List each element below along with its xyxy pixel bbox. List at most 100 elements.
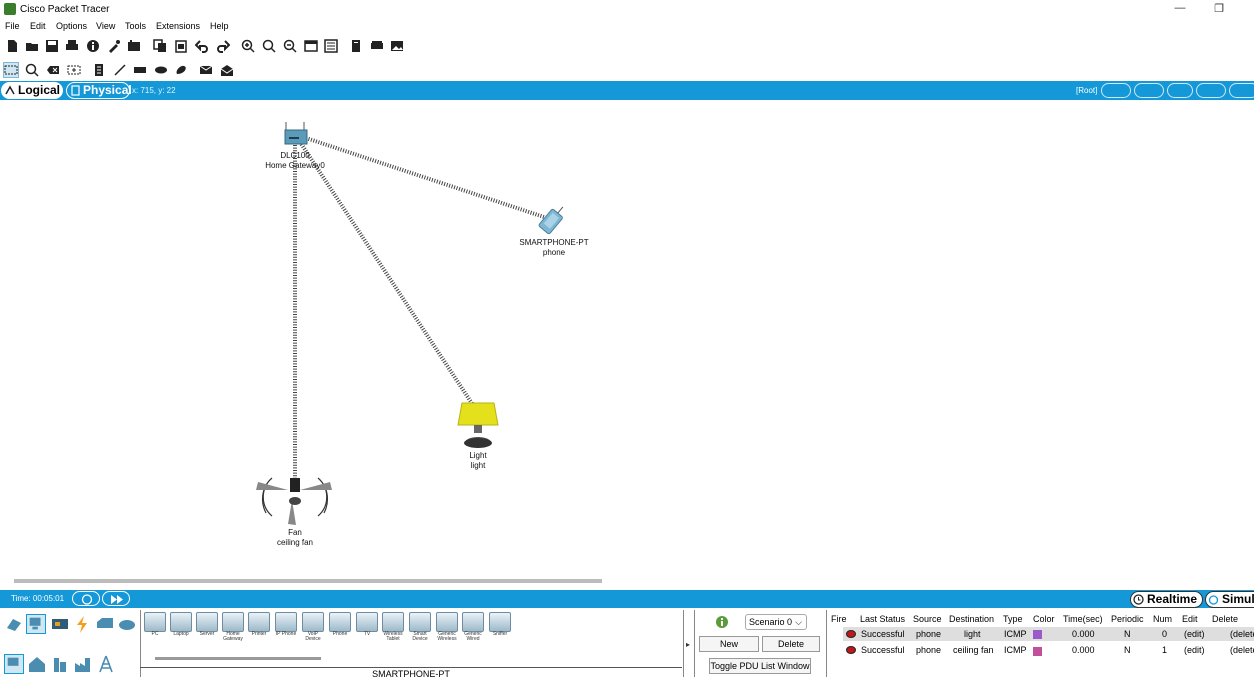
multiuser-icon[interactable]	[117, 614, 137, 634]
copy-icon[interactable]	[152, 38, 168, 54]
end-devices-icon[interactable]	[26, 614, 46, 634]
menu-file[interactable]: File	[5, 21, 20, 31]
viewport-icon[interactable]	[348, 38, 364, 54]
open-folder-icon[interactable]	[24, 38, 40, 54]
workspace-horizontal-scrollbar[interactable]	[14, 579, 602, 583]
viewport-toggle-icon[interactable]	[1229, 83, 1254, 98]
logical-workspace[interactable]: DLC100 Home Gateway0 SMARTPHONE-PT phone…	[0, 100, 1254, 575]
light-model: Light	[469, 451, 487, 460]
toggle-pdu-list-button[interactable]: Toggle PDU List Window	[709, 658, 811, 674]
device-tile-printer[interactable]: Printer	[247, 612, 271, 640]
draw-line-icon[interactable]	[112, 62, 128, 78]
custom-device-icon[interactable]	[323, 38, 339, 54]
row-edit-link[interactable]: (edit)	[1184, 645, 1205, 655]
scenario-info-icon[interactable]	[715, 615, 729, 631]
tab-physical[interactable]: Physical	[66, 82, 132, 99]
device-tile-tv[interactable]: TV	[355, 612, 379, 640]
device-tile-laptop[interactable]: Laptop	[169, 612, 193, 640]
device-tile-voip-device[interactable]: VoIP Device	[301, 612, 325, 642]
new-scenario-button[interactable]: New	[699, 636, 759, 652]
fan-label: Fan ceiling fan	[277, 528, 313, 548]
delete-icon[interactable]	[45, 62, 61, 78]
network-wizard-icon[interactable]	[106, 38, 122, 54]
root-breadcrumb[interactable]: [Root]	[1076, 86, 1097, 95]
device-tile-ip-phone[interactable]: IP Phone	[274, 612, 298, 640]
end-devices-sub-icon[interactable]	[4, 654, 24, 674]
print-icon[interactable]	[64, 38, 80, 54]
menu-help[interactable]: Help	[210, 21, 229, 31]
save-icon[interactable]	[44, 38, 60, 54]
gateway-model: DLC100	[280, 151, 310, 160]
add-simple-pdu-icon[interactable]	[198, 62, 214, 78]
menu-extensions[interactable]: Extensions	[156, 21, 200, 31]
device-tile-phone[interactable]: Phone	[328, 612, 352, 640]
smart-city-icon[interactable]	[50, 654, 70, 674]
power-cycle-devices-icon[interactable]	[72, 591, 100, 606]
fire-indicator-icon[interactable]	[846, 646, 856, 654]
row-delete-link[interactable]: (delete)	[1230, 629, 1254, 639]
freeform-icon[interactable]	[173, 62, 189, 78]
row-status: Successful	[861, 629, 905, 639]
home-icon[interactable]	[27, 654, 47, 674]
zoom-reset-icon[interactable]	[261, 38, 277, 54]
fire-indicator-icon[interactable]	[846, 630, 856, 638]
tab-logical[interactable]: Logical	[1, 82, 63, 99]
image-icon[interactable]	[389, 38, 405, 54]
home-gateway-icon[interactable]	[284, 122, 308, 145]
network-devices-icon[interactable]	[4, 614, 24, 634]
move-object-icon[interactable]	[1167, 83, 1193, 98]
device-tile-generic-wired[interactable]: Generic Wired	[461, 612, 485, 642]
menu-edit[interactable]: Edit	[30, 21, 46, 31]
zoom-out-icon[interactable]	[282, 38, 298, 54]
components-icon[interactable]	[50, 614, 70, 634]
connections-icon[interactable]	[72, 614, 92, 634]
row-edit-link[interactable]: (edit)	[1184, 629, 1205, 639]
zoom-in-icon[interactable]	[240, 38, 256, 54]
phone-name: phone	[542, 248, 566, 257]
info-icon[interactable]	[85, 38, 101, 54]
new-file-icon[interactable]	[4, 38, 20, 54]
set-tiled-background-icon[interactable]	[1196, 83, 1226, 98]
miscellaneous-icon[interactable]	[95, 614, 115, 634]
add-complex-pdu-icon[interactable]	[219, 62, 235, 78]
tab-simulation[interactable]: Simulation	[1205, 591, 1254, 608]
menu-view[interactable]: View	[96, 21, 115, 31]
power-grid-icon[interactable]	[96, 654, 116, 674]
fast-forward-icon[interactable]	[102, 591, 130, 606]
draw-rectangle-icon[interactable]	[132, 62, 148, 78]
lamp-icon[interactable]	[457, 402, 499, 448]
restore-button[interactable]: ❐	[1209, 2, 1229, 16]
device-list-scrollbar[interactable]	[155, 657, 321, 660]
resize-shape-icon[interactable]	[66, 62, 82, 78]
minimize-button[interactable]: —	[1170, 2, 1190, 16]
redo-icon[interactable]	[215, 38, 231, 54]
back-button[interactable]	[1101, 83, 1131, 98]
physical-icon	[71, 85, 80, 96]
tab-realtime[interactable]: Realtime	[1130, 591, 1203, 608]
delete-scenario-button[interactable]: Delete	[762, 636, 820, 652]
device-tile-smart-device[interactable]: Smart Device	[408, 612, 432, 642]
menu-options[interactable]: Options	[56, 21, 87, 31]
device-tile-server[interactable]: Server	[195, 612, 219, 640]
new-cluster-icon[interactable]	[1134, 83, 1164, 98]
drawing-palette-icon[interactable]	[303, 38, 319, 54]
paste-icon[interactable]	[173, 38, 189, 54]
device-tile-sniffer[interactable]: Sniffer	[488, 612, 512, 640]
expand-arrow-icon[interactable]: ▸	[686, 640, 690, 649]
inspect-icon[interactable]	[24, 62, 40, 78]
place-note-icon[interactable]	[91, 62, 107, 78]
device-tile-wireless-tablet[interactable]: Wireless Tablet	[381, 612, 405, 642]
palette-icon[interactable]	[126, 38, 142, 54]
ceiling-fan-icon[interactable]	[256, 477, 332, 525]
select-icon[interactable]	[3, 62, 19, 78]
row-delete-link[interactable]: (delete)	[1230, 645, 1254, 655]
device-tile-home-gateway[interactable]: Home Gateway	[221, 612, 245, 642]
undo-icon[interactable]	[194, 38, 210, 54]
draw-ellipse-icon[interactable]	[153, 62, 169, 78]
cluster-icon[interactable]	[369, 38, 385, 54]
device-tile-generic-wireless[interactable]: Generic Wireless	[435, 612, 459, 642]
industrial-icon[interactable]	[73, 654, 93, 674]
menu-tools[interactable]: Tools	[125, 21, 146, 31]
device-tile-pc[interactable]: PC	[143, 612, 167, 640]
scenario-select[interactable]: Scenario 0 ⌵	[745, 614, 807, 630]
